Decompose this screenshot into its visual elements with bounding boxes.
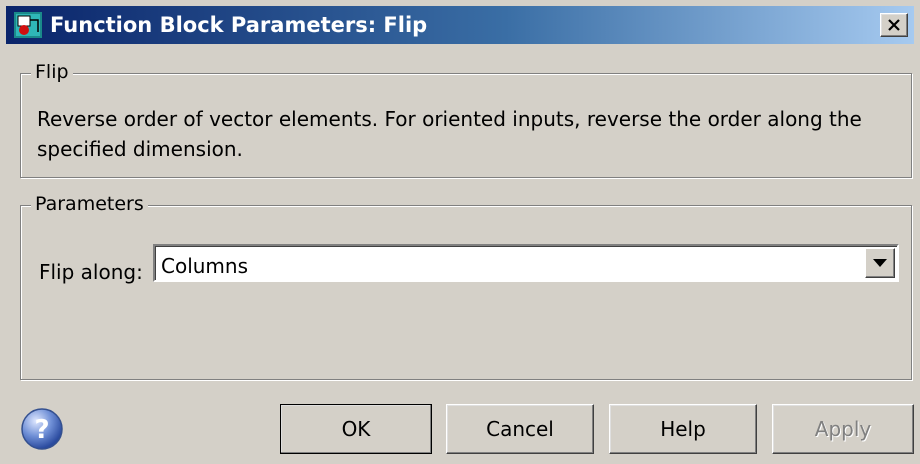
block-description: Reverse order of vector elements. For or… <box>37 107 862 161</box>
dropdown-button[interactable] <box>865 248 895 278</box>
close-button[interactable] <box>880 13 908 37</box>
cancel-button[interactable]: Cancel <box>446 404 594 454</box>
function-block-parameters-dialog: Function Block Parameters: Flip Flip Rev… <box>0 0 920 464</box>
help-button[interactable]: Help <box>609 404 757 454</box>
close-icon <box>888 19 900 31</box>
flip-groupbox: Flip Reverse order of vector elements. F… <box>20 61 912 178</box>
window-title: Function Block Parameters: Flip <box>50 13 428 37</box>
chevron-down-icon <box>873 259 887 267</box>
title-bar[interactable]: Function Block Parameters: Flip <box>6 6 914 44</box>
flip-along-label: Flip along: <box>39 260 143 284</box>
flip-along-select[interactable]: Columns <box>153 244 899 282</box>
question-help-icon[interactable]: ? <box>20 407 64 451</box>
flip-group-legend: Flip <box>31 61 73 83</box>
parameters-groupbox: Parameters Flip along: Columns <box>20 193 912 380</box>
apply-button[interactable]: Apply <box>772 404 914 454</box>
simulink-block-icon <box>14 12 42 38</box>
ok-button[interactable]: OK <box>280 404 432 454</box>
flip-along-value: Columns <box>161 254 249 278</box>
svg-text:?: ? <box>34 415 49 445</box>
parameters-group-legend: Parameters <box>31 193 148 215</box>
